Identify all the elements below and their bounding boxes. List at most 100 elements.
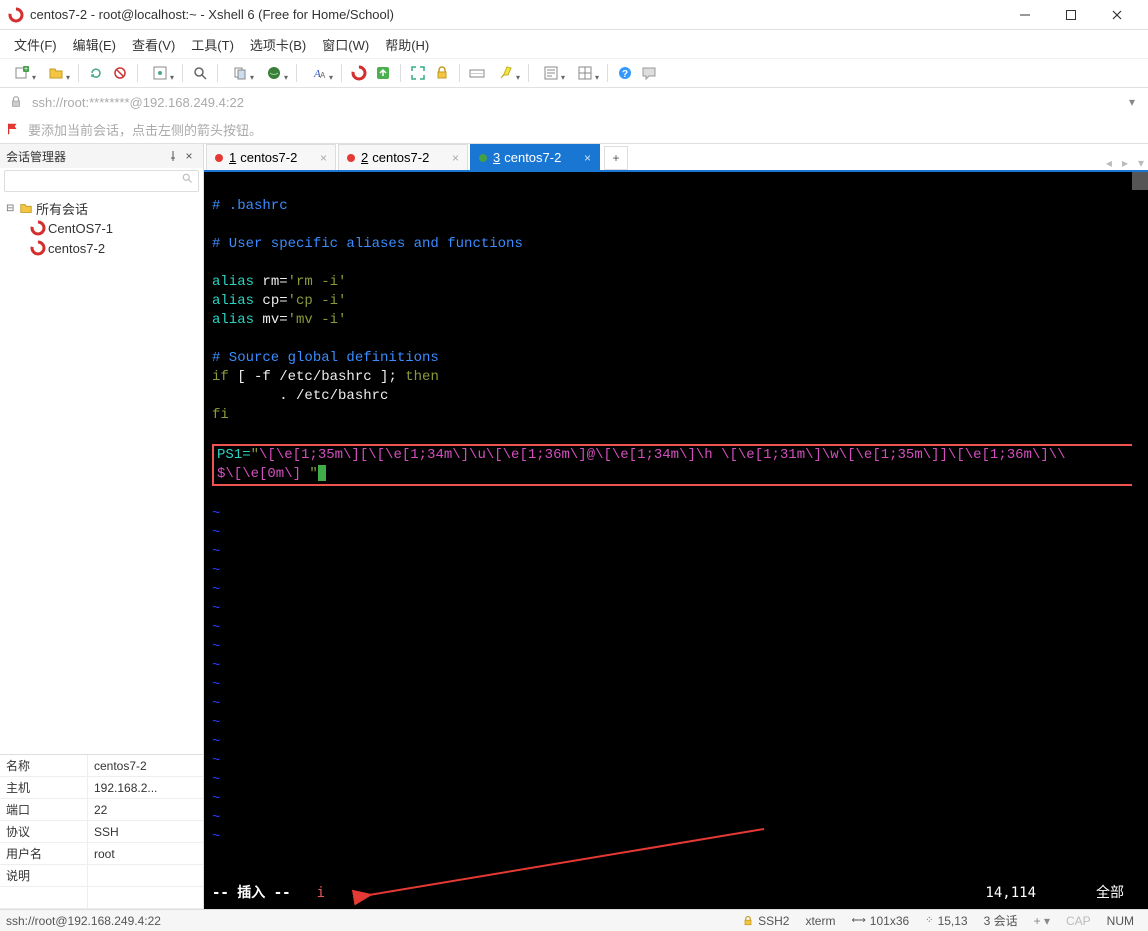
help-button[interactable]: ? xyxy=(614,62,636,84)
prop-row: 名称centos7-2 xyxy=(0,755,203,777)
paste-button[interactable] xyxy=(258,62,290,84)
prop-val xyxy=(88,865,203,886)
vim-tilde: ~ xyxy=(212,772,220,788)
tab-close-icon[interactable]: × xyxy=(320,151,327,165)
new-session-button[interactable]: + xyxy=(6,62,38,84)
prop-row: 协议SSH xyxy=(0,821,203,843)
status-term: xterm xyxy=(797,914,843,928)
session-manager-panel: 会话管理器 × ⊟ 所有会话 CentOS7-1 centos7-2 名 xyxy=(0,144,204,909)
tree-item-label: CentOS7-1 xyxy=(48,221,113,236)
tab-close-icon[interactable]: × xyxy=(584,151,591,165)
vim-tilde: ~ xyxy=(212,791,220,807)
font-button[interactable]: AA xyxy=(303,62,335,84)
status-dot-icon xyxy=(479,154,487,162)
scrollbar-thumb[interactable] xyxy=(1132,172,1148,190)
prop-key: 说明 xyxy=(0,865,88,886)
term-kw: if xyxy=(212,369,229,385)
status-num: NUM xyxy=(1099,914,1142,928)
term-text: mv= xyxy=(254,312,288,328)
tab-next-icon[interactable]: ▸ xyxy=(1118,156,1132,170)
address-dropdown[interactable]: ▾ xyxy=(1122,95,1142,109)
menu-tools[interactable]: 工具(T) xyxy=(183,33,242,56)
vim-annotation: i xyxy=(317,884,325,903)
feedback-button[interactable] xyxy=(638,62,660,84)
term-esc: $\[\e[0m\] xyxy=(217,466,309,482)
tree-item[interactable]: centos7-2 xyxy=(2,238,201,258)
toolbar-separator xyxy=(341,64,342,82)
panel-close-icon[interactable]: × xyxy=(181,148,197,164)
term-str: 'mv -i' xyxy=(288,312,347,328)
xftp-icon[interactable] xyxy=(372,62,394,84)
session-tab[interactable]: 2centos7-2× xyxy=(338,144,468,170)
session-tabs: 1centos7-2× 2centos7-2× 3centos7-2× + ◂ … xyxy=(204,144,1148,172)
highlight-button[interactable] xyxy=(490,62,522,84)
reconnect-button[interactable] xyxy=(85,62,107,84)
folder-icon xyxy=(18,200,34,216)
copy-button[interactable] xyxy=(224,62,256,84)
menu-tabs[interactable]: 选项卡(B) xyxy=(242,33,314,56)
menu-edit[interactable]: 编辑(E) xyxy=(65,33,124,56)
toolbar: + AA ? xyxy=(0,58,1148,88)
lock-button[interactable] xyxy=(431,62,453,84)
session-search xyxy=(0,168,203,194)
window-titlebar: centos7-2 - root@localhost:~ - Xshell 6 … xyxy=(0,0,1148,30)
script-button[interactable] xyxy=(535,62,567,84)
status-plus[interactable]: + ▾ xyxy=(1026,914,1058,928)
terminal-scrollbar[interactable] xyxy=(1132,172,1148,909)
properties-button[interactable] xyxy=(144,62,176,84)
terminal[interactable]: # .bashrc # User specific aliases and fu… xyxy=(204,172,1148,909)
vim-tilde: ~ xyxy=(212,829,220,845)
maximize-button[interactable] xyxy=(1048,0,1094,30)
term-kw: then xyxy=(405,369,439,385)
terminal-cursor xyxy=(318,465,326,481)
vim-tilde: ~ xyxy=(212,658,220,674)
term-str: 'cp -i' xyxy=(288,293,347,309)
prop-val: 192.168.2... xyxy=(88,777,203,798)
menu-help[interactable]: 帮助(H) xyxy=(377,33,437,56)
tab-list-icon[interactable]: ▾ xyxy=(1134,156,1148,170)
vim-tilde: ~ xyxy=(212,601,220,617)
term-esc: \[\e[1;35m\][\[\e[1;34m\]\u\[\e[1;36m\]@… xyxy=(259,447,1066,463)
svg-text:?: ? xyxy=(622,69,628,80)
tree-root[interactable]: ⊟ 所有会话 xyxy=(2,198,201,218)
lock-icon xyxy=(6,92,26,112)
open-button[interactable] xyxy=(40,62,72,84)
collapse-icon[interactable]: ⊟ xyxy=(6,203,18,214)
disconnect-button[interactable] xyxy=(109,62,131,84)
tab-prev-icon[interactable]: ◂ xyxy=(1102,156,1116,170)
session-icon xyxy=(30,220,46,236)
search-button[interactable] xyxy=(189,62,211,84)
menu-view[interactable]: 查看(V) xyxy=(124,33,183,56)
layout-button[interactable] xyxy=(569,62,601,84)
tree-root-label: 所有会话 xyxy=(36,199,88,218)
close-button[interactable] xyxy=(1094,0,1140,30)
app-icon xyxy=(8,7,24,23)
menu-file[interactable]: 文件(F) xyxy=(6,33,65,56)
session-tab[interactable]: 1centos7-2× xyxy=(206,144,336,170)
session-search-input[interactable] xyxy=(4,170,199,192)
fullscreen-button[interactable] xyxy=(407,62,429,84)
addressbar: ssh://root:********@192.168.249.4:22 ▾ xyxy=(0,88,1148,116)
tree-item[interactable]: CentOS7-1 xyxy=(2,218,201,238)
pin-icon[interactable] xyxy=(165,148,181,164)
keyboard-button[interactable] xyxy=(466,62,488,84)
status-dot-icon xyxy=(347,154,355,162)
prop-row: 用户名root xyxy=(0,843,203,865)
minimize-button[interactable] xyxy=(1002,0,1048,30)
session-tab-active[interactable]: 3centos7-2× xyxy=(470,144,600,170)
tab-num: 2 xyxy=(361,150,368,165)
term-text: . /etc/bashrc xyxy=(212,388,388,404)
menu-window[interactable]: 窗口(W) xyxy=(314,33,377,56)
term-kw: alias xyxy=(212,312,254,328)
address-url[interactable]: ssh://root:********@192.168.249.4:22 xyxy=(26,95,1122,110)
xshell-icon[interactable] xyxy=(348,62,370,84)
term-text: [ -f /etc/bashrc ]; xyxy=(229,369,405,385)
prop-val: centos7-2 xyxy=(88,755,203,776)
term-kw: alias xyxy=(212,274,254,290)
tab-label: centos7-2 xyxy=(240,150,314,165)
toolbar-separator xyxy=(182,64,183,82)
tab-close-icon[interactable]: × xyxy=(452,151,459,165)
tab-add-button[interactable]: + xyxy=(604,146,628,170)
vim-statusline: -- 插入 -- i 14,114 全部 xyxy=(212,884,1124,903)
term-str: 'rm -i' xyxy=(288,274,347,290)
